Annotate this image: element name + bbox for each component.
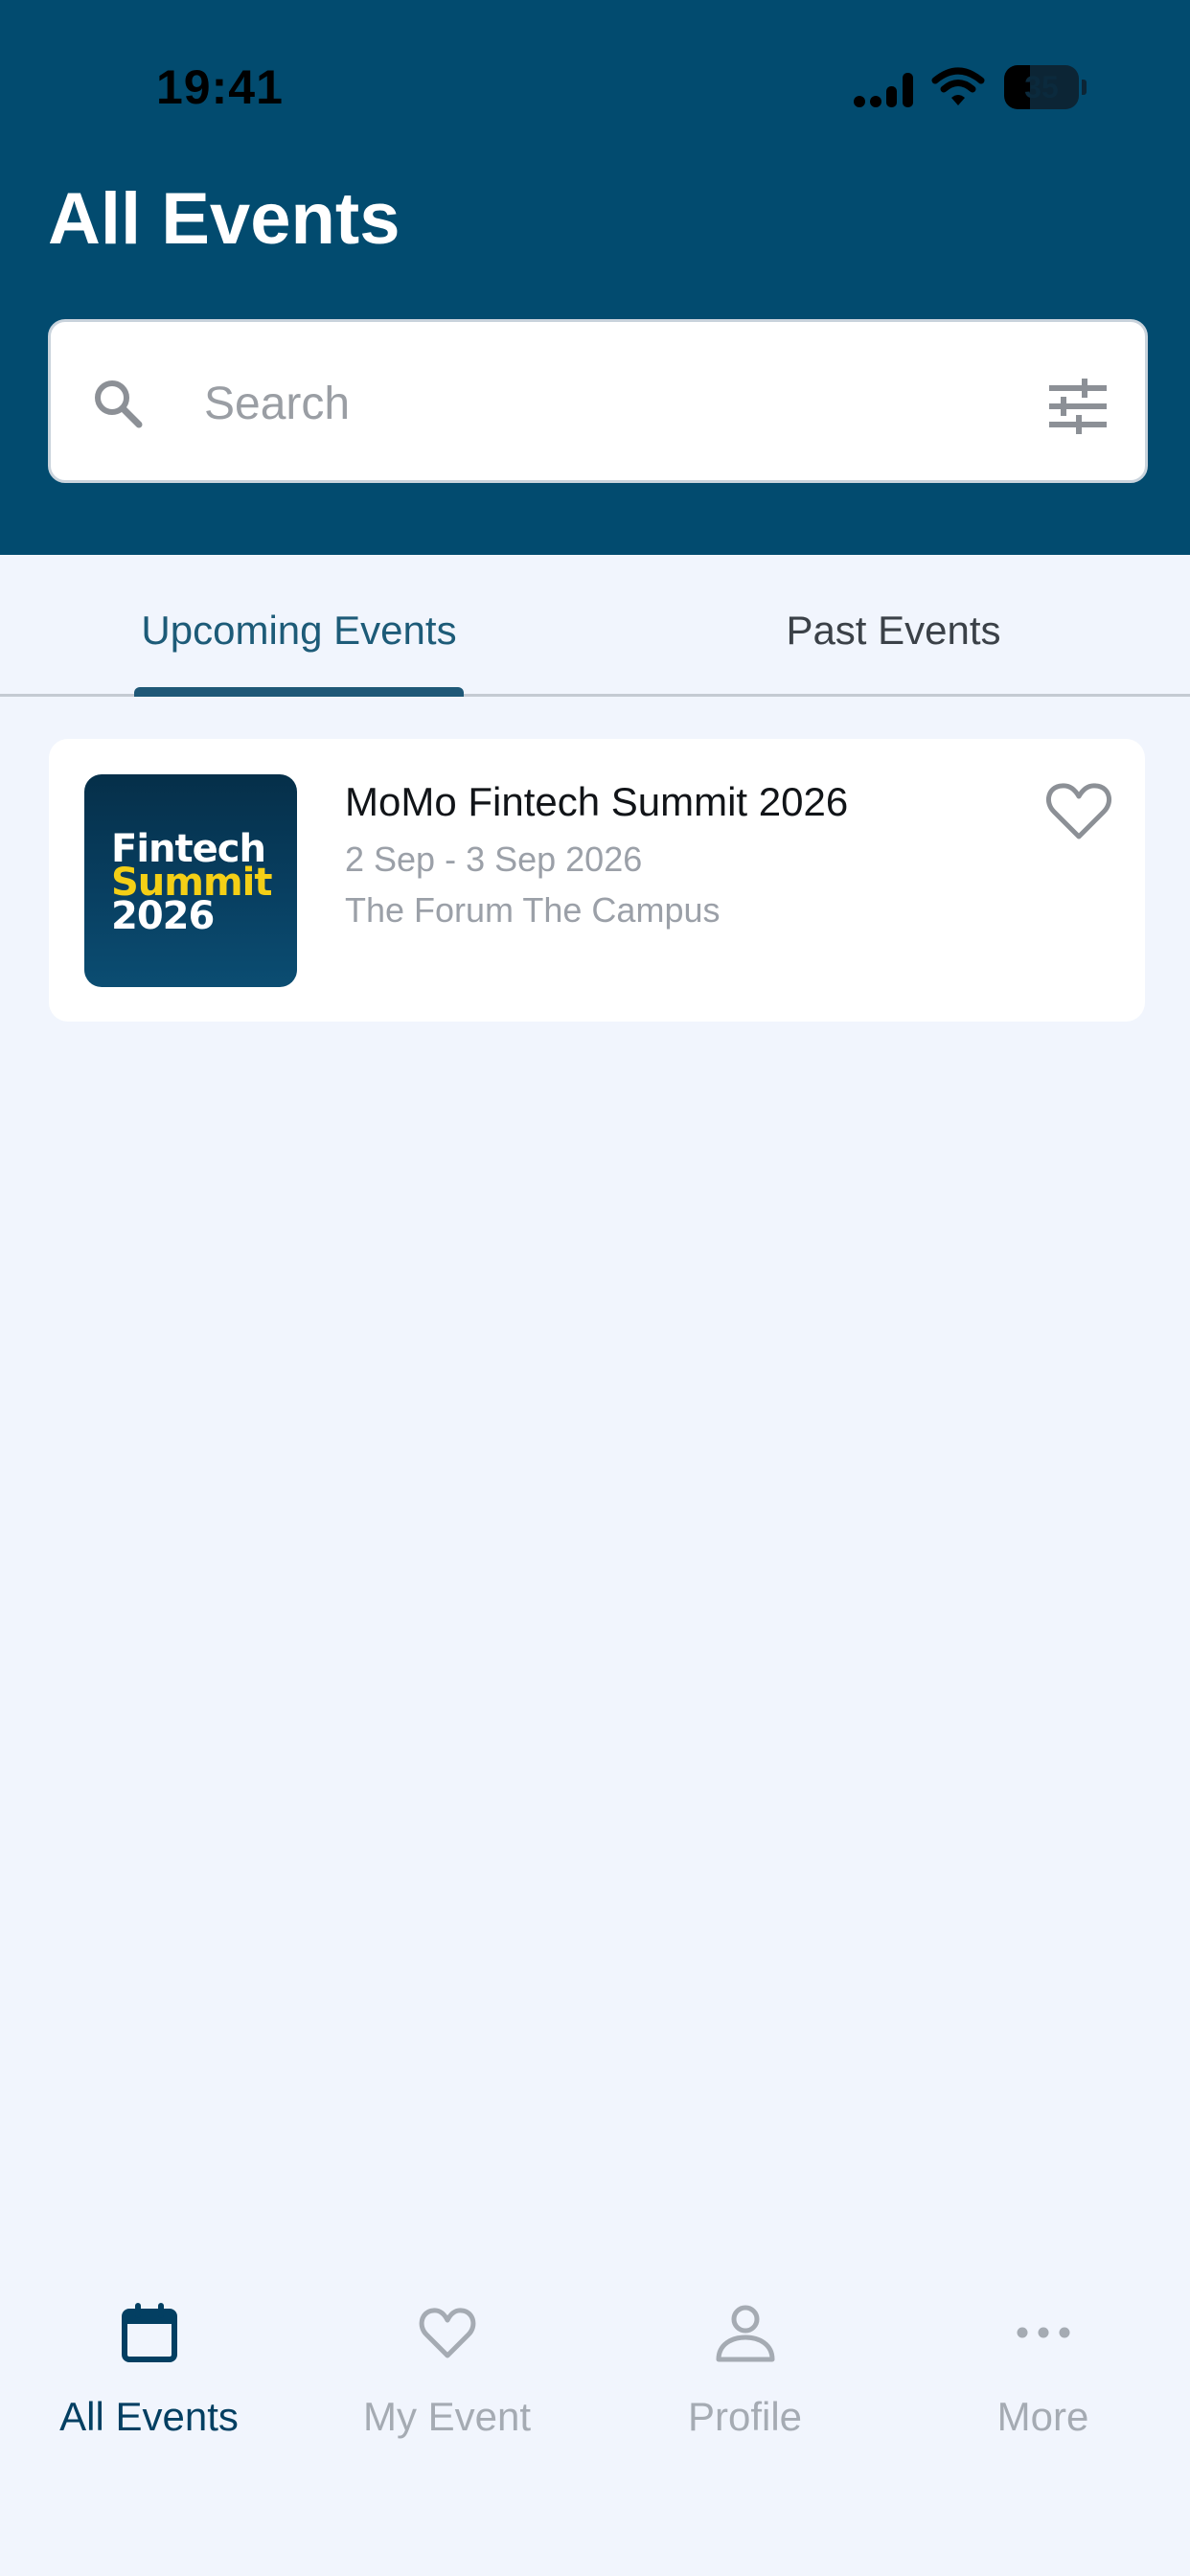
- nav-more[interactable]: More: [894, 2300, 1190, 2472]
- battery-body: 35: [1004, 65, 1079, 109]
- event-title: MoMo Fintech Summit 2026: [345, 779, 849, 824]
- event-venue: The Forum The Campus: [345, 890, 721, 930]
- tab-upcoming-events[interactable]: Upcoming Events: [134, 597, 464, 664]
- cellular-signal-icon: [854, 73, 913, 107]
- event-card[interactable]: Fintech Summit 2026 MoMo Fintech Summit …: [49, 739, 1145, 1022]
- tab-past-events[interactable]: Past Events: [728, 597, 1059, 664]
- status-bar: 19:41 35: [0, 0, 1190, 172]
- thumbnail-text-line: 2026: [111, 894, 215, 938]
- more-dots-icon: [1017, 2327, 1070, 2338]
- nav-all-events[interactable]: All Events: [0, 2300, 298, 2472]
- active-tab-indicator: [134, 687, 464, 697]
- content-panel: Upcoming Events Past Events Fintech Summ…: [0, 555, 1190, 2242]
- nav-label: All Events: [59, 2394, 239, 2439]
- nav-profile[interactable]: Profile: [596, 2300, 894, 2472]
- search-input[interactable]: [204, 360, 1028, 447]
- battery-level: 35: [1024, 70, 1059, 104]
- nav-my-event[interactable]: My Event: [298, 2300, 596, 2472]
- search-bar[interactable]: [48, 319, 1148, 483]
- status-time: 19:41: [156, 60, 284, 114]
- calendar-icon: [122, 2303, 177, 2362]
- nav-label: Profile: [687, 2394, 803, 2439]
- event-dates: 2 Sep - 3 Sep 2026: [345, 840, 643, 879]
- favorite-button[interactable]: [1041, 773, 1117, 850]
- battery-indicator: 35: [1004, 65, 1087, 109]
- heart-outline-icon: [1045, 783, 1112, 840]
- page-title: All Events: [48, 178, 400, 260]
- header: 19:41 35 All Events: [0, 0, 1190, 555]
- search-icon: [95, 380, 143, 428]
- nav-label: More: [996, 2394, 1089, 2439]
- event-thumbnail: Fintech Summit 2026: [84, 774, 297, 987]
- battery-tip: [1082, 80, 1087, 95]
- heart-icon: [419, 2308, 476, 2358]
- event-tabs: Upcoming Events Past Events: [0, 555, 1190, 697]
- bottom-navigation: All Events My Event Profile More: [0, 2242, 1190, 2576]
- page: 19:41 35 All Events Search Upcoming Even…: [0, 0, 1190, 2576]
- person-icon: [716, 2305, 775, 2362]
- wifi-icon: [931, 67, 985, 105]
- nav-label: My Event: [362, 2394, 532, 2439]
- sliders-icon[interactable]: [1047, 378, 1109, 435]
